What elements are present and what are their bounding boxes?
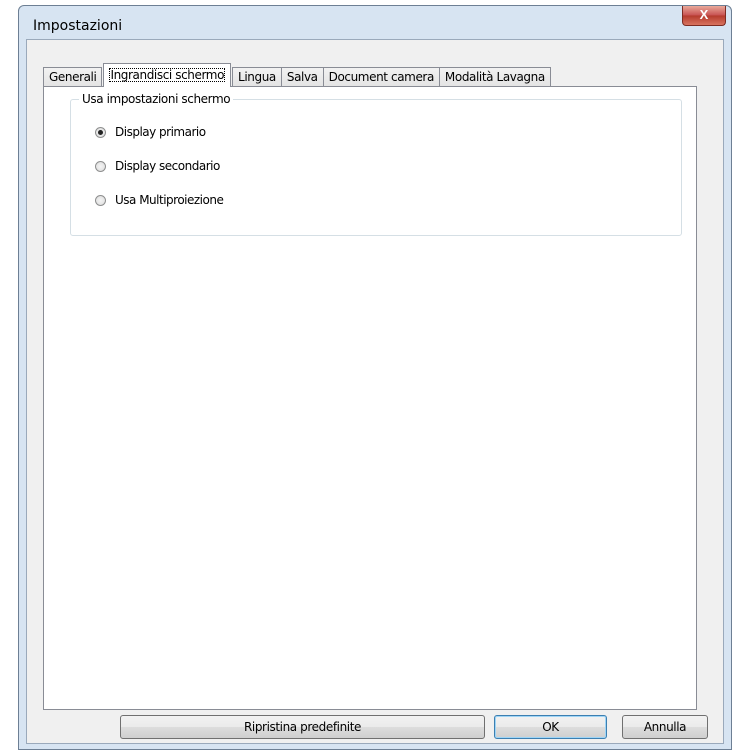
settings-dialog: Impostazioni X Generali Ingrandisci sche…: [18, 5, 732, 750]
tab-panel: Usa impostazioni schermo Display primari…: [43, 86, 697, 710]
radio-unchecked-icon[interactable]: [95, 160, 106, 172]
tab-salva[interactable]: Salva: [280, 67, 324, 87]
cancel-button[interactable]: Annulla: [622, 715, 708, 739]
option-display-secondario[interactable]: Display secondario: [95, 158, 220, 174]
option-label: Display primario: [115, 125, 206, 139]
close-button[interactable]: X: [682, 6, 726, 26]
radio-checked-icon[interactable]: [95, 126, 106, 138]
option-usa-multiproiezione[interactable]: Usa Multiproiezione: [95, 192, 224, 208]
screen-settings-group: Usa impostazioni schermo Display primari…: [70, 92, 682, 236]
tab-generali[interactable]: Generali: [43, 67, 103, 87]
tab-modalita-lavagna[interactable]: Modalità Lavagna: [438, 67, 551, 87]
radio-unchecked-icon[interactable]: [95, 194, 106, 206]
close-icon: X: [699, 7, 709, 22]
title-bar: Impostazioni X: [19, 6, 731, 39]
option-display-primario[interactable]: Display primario: [95, 124, 206, 140]
dialog-client-area: Generali Ingrandisci schermo Lingua Salv…: [26, 39, 724, 744]
tab-document-camera[interactable]: Document camera: [322, 67, 440, 87]
option-label: Display secondario: [115, 159, 220, 173]
option-label: Usa Multiproiezione: [115, 193, 224, 207]
tab-strip: Generali Ingrandisci schermo Lingua Salv…: [43, 63, 551, 87]
tab-lingua[interactable]: Lingua: [232, 67, 282, 87]
group-title: Usa impostazioni schermo: [79, 92, 234, 106]
reset-defaults-button[interactable]: Ripristina predefinite: [120, 715, 485, 739]
window-title: Impostazioni: [33, 18, 123, 34]
tab-ingrandisci-schermo[interactable]: Ingrandisci schermo: [103, 63, 232, 87]
ok-button[interactable]: OK: [494, 715, 607, 739]
